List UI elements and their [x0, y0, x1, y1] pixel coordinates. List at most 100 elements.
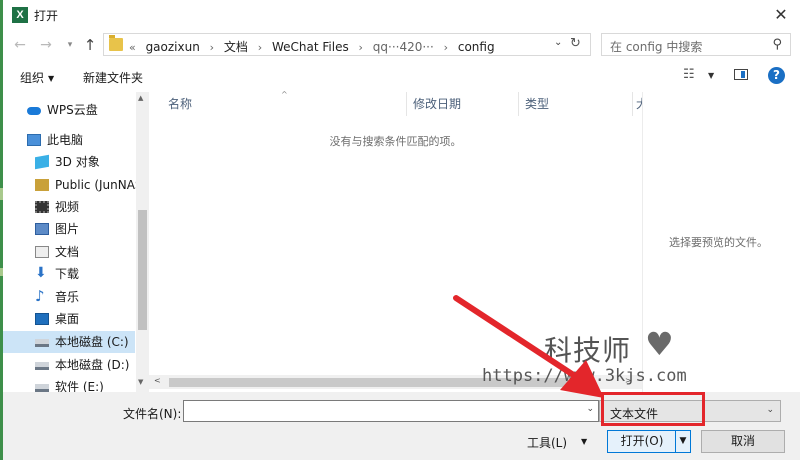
preview-message: 选择要预览的文件。: [669, 236, 768, 249]
navigation-scrollbar-thumb[interactable]: [138, 210, 147, 330]
network-folder-icon: [35, 179, 49, 191]
chevron-down-icon[interactable]: ▼: [708, 71, 714, 80]
breadcrumb-item[interactable]: gaozixun: [146, 40, 200, 54]
sidebar-item-label: 软件 (E:): [55, 380, 104, 392]
sidebar-item-label: 视频: [55, 200, 80, 214]
search-icon: ⚲: [772, 37, 782, 52]
open-button[interactable]: 打开(O): [607, 430, 677, 453]
breadcrumb-item[interactable]: 文档: [224, 38, 248, 55]
computer-icon: [27, 134, 41, 146]
navigation-bar: ← → ▾ ↑ « gaozixun › 文档 › WeChat Files ›…: [3, 30, 800, 60]
column-header-name[interactable]: 名称: [168, 92, 192, 116]
scroll-up-icon[interactable]: ▲: [138, 94, 143, 102]
chevron-down-icon[interactable]: ⌄: [586, 404, 594, 414]
breadcrumb: « gaozixun › 文档 › WeChat Files › qq···42…: [129, 38, 495, 55]
chevron-down-icon[interactable]: ⌄: [766, 405, 774, 415]
navigation-pane: WPS云盘 此电脑 3D 对象 Public (JunNAS 视频 图片 文档 …: [3, 92, 149, 392]
folder-icon: [109, 35, 123, 51]
sidebar-item-videos[interactable]: 视频: [3, 196, 135, 218]
open-options-dropdown[interactable]: ▼: [675, 430, 691, 453]
sidebar-item-label: Public (JunNAS: [55, 178, 143, 192]
desktop-icon: [35, 313, 49, 325]
watermark-brand: 科技师: [544, 334, 632, 367]
annotation-highlight-box: [601, 392, 705, 426]
forward-button[interactable]: →: [37, 36, 55, 54]
column-divider[interactable]: [632, 92, 633, 116]
sort-indicator-icon: ^: [281, 90, 288, 99]
dialog-footer: 文件名(N): ⌄ 文本文件 ⌄ 工具(L) ▼ 打开(O) ▼ 取消: [3, 392, 800, 460]
sidebar-item-label: 此电脑: [47, 133, 84, 147]
recent-locations-button[interactable]: ▾: [61, 36, 79, 54]
sidebar-item-drive-c[interactable]: 本地磁盘 (C:): [3, 331, 135, 353]
sidebar-item-wps-cloud[interactable]: WPS云盘: [3, 99, 135, 121]
breadcrumb-item-obscured[interactable]: qq···420···: [373, 40, 434, 54]
breadcrumb-separator[interactable]: ›: [359, 41, 363, 54]
column-divider[interactable]: [518, 92, 519, 116]
drive-icon: [35, 362, 49, 370]
sidebar-item-pictures[interactable]: 图片: [3, 218, 135, 240]
pictures-icon: [35, 223, 49, 235]
sidebar-item-drive-d[interactable]: 本地磁盘 (D:): [3, 354, 135, 376]
column-header-modified[interactable]: 修改日期: [413, 92, 461, 116]
breadcrumb-overflow[interactable]: «: [129, 41, 136, 54]
breadcrumb-separator[interactable]: ›: [444, 41, 448, 54]
up-folder-button[interactable]: ↑: [81, 36, 99, 54]
watermark-url: https://www.3kjs.com: [482, 366, 687, 386]
breadcrumb-item[interactable]: config: [458, 40, 495, 54]
3d-objects-icon: [35, 154, 49, 170]
chevron-down-icon: ▼: [48, 74, 55, 83]
column-header-type[interactable]: 类型: [525, 92, 549, 116]
scroll-down-icon[interactable]: ▼: [138, 378, 143, 386]
column-divider[interactable]: [406, 92, 407, 116]
sidebar-item-desktop[interactable]: 桌面: [3, 308, 135, 330]
sidebar-item-drive-e[interactable]: 软件 (E:): [3, 376, 135, 392]
sidebar-item-music[interactable]: ♪ 音乐: [3, 286, 135, 308]
title-bar: X 打开 ✕: [3, 0, 800, 30]
sidebar-item-label: 图片: [55, 222, 80, 236]
drive-icon: [35, 384, 49, 392]
sidebar-item-label: 3D 对象: [55, 155, 100, 169]
refresh-icon[interactable]: ↻: [570, 36, 586, 51]
sidebar-item-label: 本地磁盘 (C:): [55, 335, 129, 349]
organize-label: 组织: [20, 71, 45, 85]
sidebar-item-3d-objects[interactable]: 3D 对象: [3, 151, 135, 173]
breadcrumb-separator[interactable]: ›: [210, 41, 214, 54]
heart-icon: ♥: [645, 325, 674, 363]
breadcrumb-item[interactable]: WeChat Files: [272, 40, 349, 54]
sidebar-item-label: WPS云盘: [47, 103, 98, 117]
sidebar-item-documents[interactable]: 文档: [3, 241, 135, 263]
sidebar-item-label: 文档: [55, 245, 80, 259]
preview-pane-toggle-icon[interactable]: [734, 69, 748, 80]
sidebar-item-public-nas[interactable]: Public (JunNAS: [3, 174, 143, 196]
sidebar-item-downloads[interactable]: ⬇ 下载: [3, 263, 135, 285]
chevron-down-icon[interactable]: ▼: [581, 437, 587, 446]
tools-menu-button[interactable]: 工具(L): [527, 434, 567, 451]
breadcrumb-separator[interactable]: ›: [258, 41, 262, 54]
close-button[interactable]: ✕: [770, 4, 792, 26]
address-history-dropdown[interactable]: ⌄: [554, 37, 568, 48]
sidebar-item-this-pc[interactable]: 此电脑: [3, 129, 135, 151]
command-bar: 组织 ▼ 新建文件夹 ☷ ▼ ?: [3, 60, 800, 92]
address-bar[interactable]: « gaozixun › 文档 › WeChat Files › qq···42…: [103, 33, 591, 56]
empty-list-message: 没有与搜索条件匹配的项。: [329, 135, 462, 148]
back-button[interactable]: ←: [11, 36, 29, 54]
sidebar-item-label: 音乐: [55, 290, 80, 304]
scroll-left-icon[interactable]: <: [154, 376, 161, 385]
new-folder-button[interactable]: 新建文件夹: [83, 69, 143, 86]
search-placeholder: 在 config 中搜索: [610, 40, 703, 54]
help-icon[interactable]: ?: [768, 67, 785, 84]
video-icon: [35, 201, 49, 213]
cancel-button[interactable]: 取消: [701, 430, 785, 453]
drive-icon: [35, 339, 49, 347]
music-icon: ♪: [35, 287, 45, 305]
sidebar-item-label: 桌面: [55, 312, 80, 326]
view-options-icon[interactable]: ☷: [683, 67, 695, 82]
documents-icon: [35, 246, 49, 258]
filename-field[interactable]: ⌄: [183, 400, 599, 422]
download-icon: ⬇: [35, 265, 47, 281]
sidebar-item-label: 下载: [55, 267, 80, 281]
filename-label: 文件名(N):: [123, 407, 182, 421]
organize-menu-button[interactable]: 组织 ▼: [20, 69, 54, 86]
search-input[interactable]: 在 config 中搜索 ⚲: [601, 33, 791, 56]
cloud-icon: [27, 107, 41, 115]
